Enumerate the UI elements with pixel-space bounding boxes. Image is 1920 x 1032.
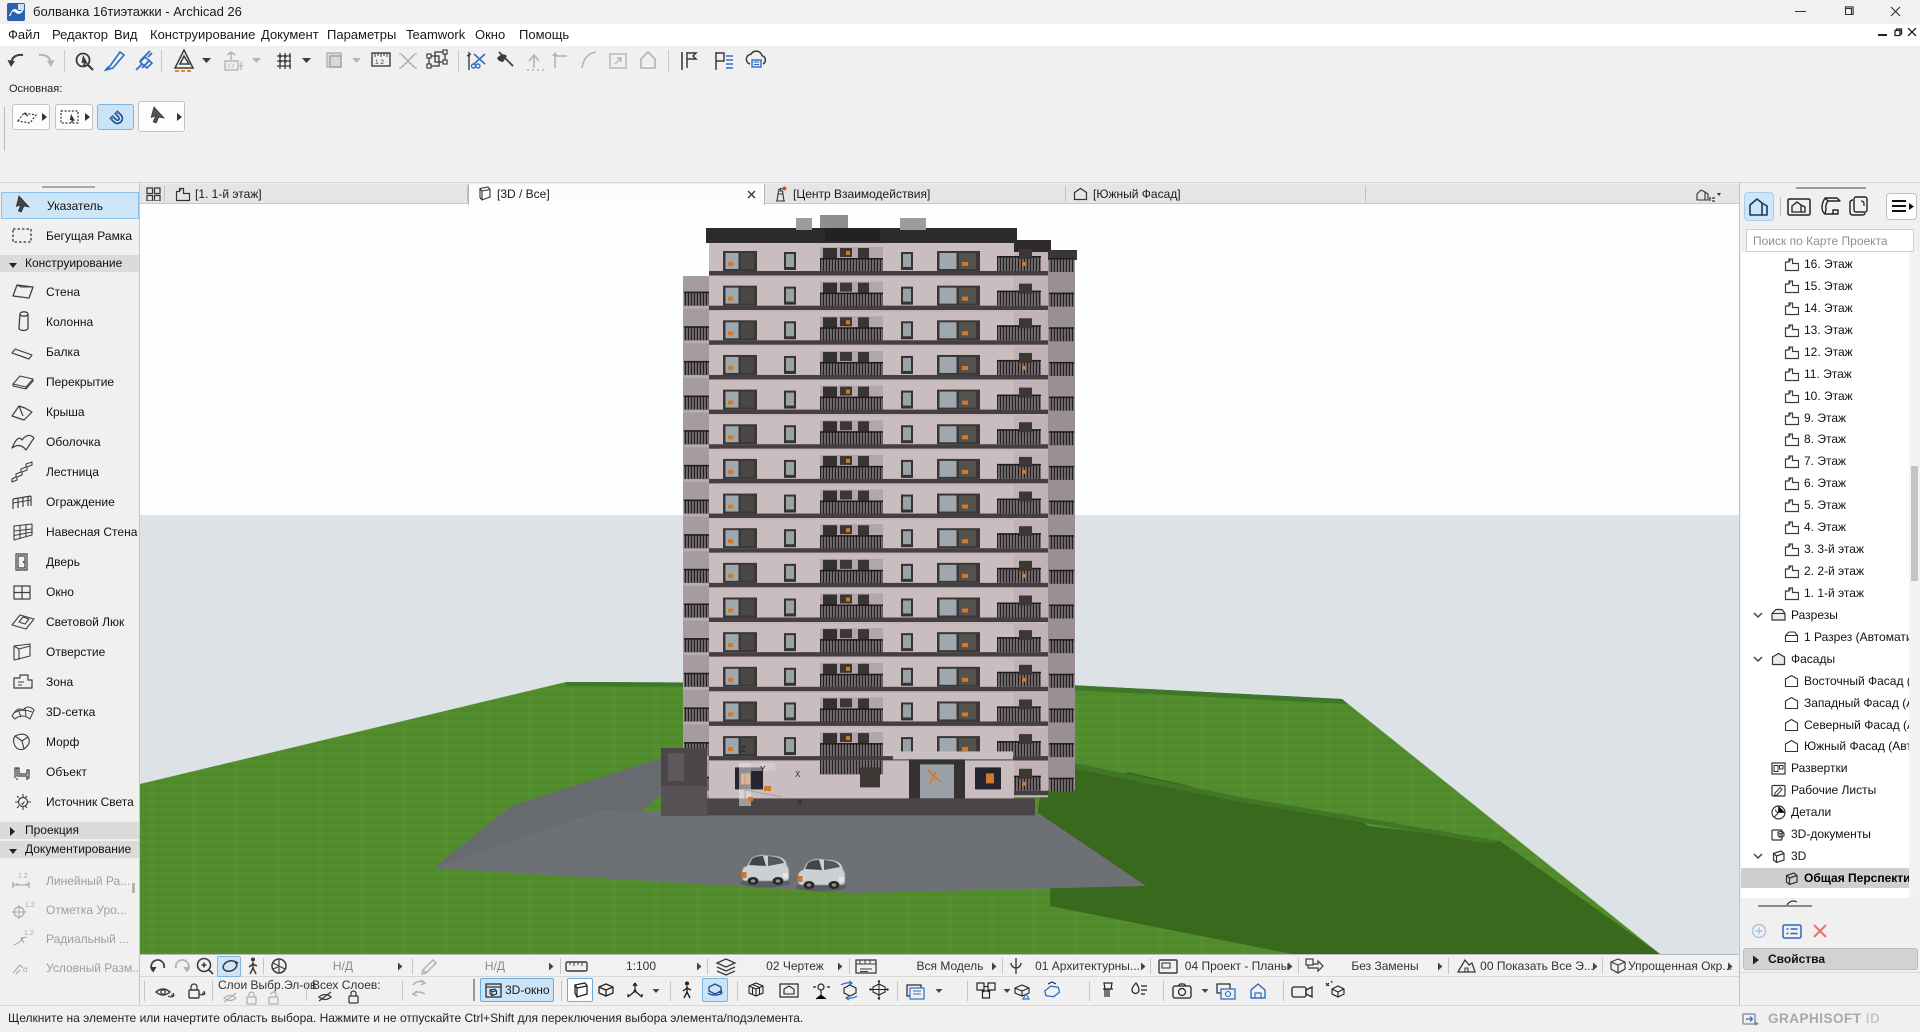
svg-text:1 2: 1 2 (375, 59, 384, 66)
svg-text:X: X (795, 770, 801, 779)
svg-text:X: X (797, 798, 803, 807)
svg-text:Z: Z (741, 745, 746, 754)
svg-text:1.2: 1.2 (18, 873, 28, 880)
svg-text:1.2: 1.2 (24, 930, 34, 937)
svg-text:1.2: 1.2 (25, 902, 35, 909)
svg-text:α: α (23, 965, 28, 974)
svg-text:Y: Y (760, 765, 766, 774)
svg-text:XY: XY (227, 64, 235, 70)
